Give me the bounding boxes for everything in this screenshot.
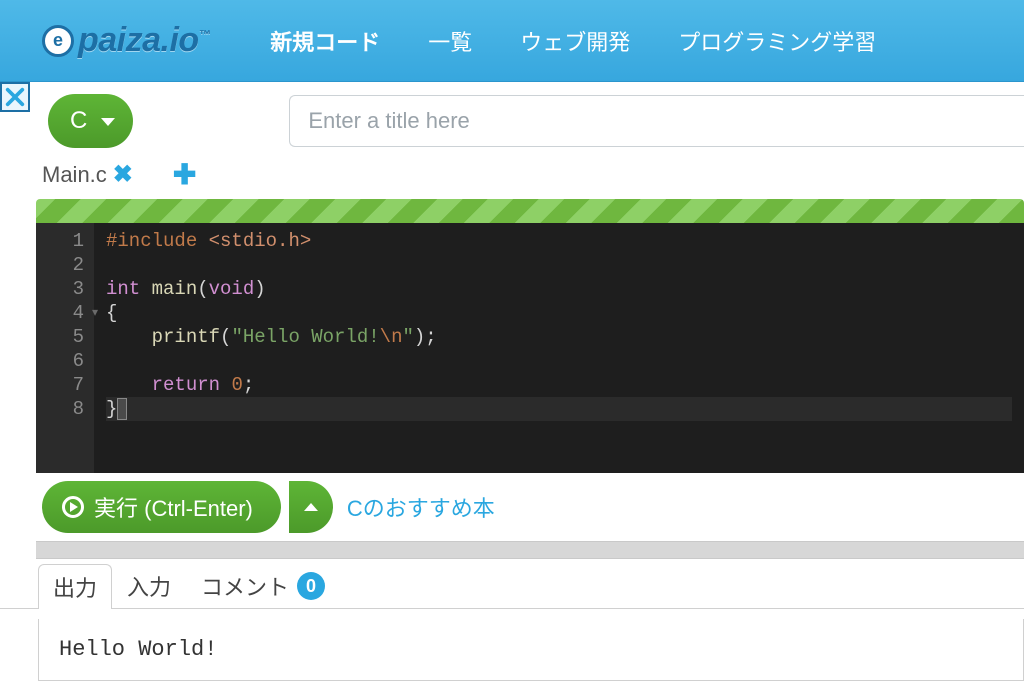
close-icon [4, 86, 26, 108]
tab-output-label: 出力 [53, 571, 97, 603]
output-panel: Hello World! [38, 619, 1024, 681]
add-file-button[interactable]: ✚ [173, 158, 196, 191]
editor-container: 12345678 #include <stdio.h>int main(void… [0, 199, 1024, 473]
logo-text: paiza.io™ [78, 21, 210, 60]
line-gutter: 12345678 [36, 223, 94, 473]
file-tab-label: Main.c [42, 162, 107, 188]
code-area[interactable]: #include <stdio.h>int main(void){ printf… [94, 223, 1024, 473]
close-panel-button[interactable] [0, 82, 30, 112]
nav-web-dev[interactable]: ウェブ開発 [520, 25, 630, 57]
nav-learning[interactable]: プログラミング学習 [678, 25, 876, 57]
tab-comment[interactable]: コメント 0 [186, 563, 340, 608]
file-tab-main[interactable]: Main.c ✖ [42, 160, 133, 189]
file-tabs: Main.c ✖ ✚ [0, 148, 1024, 199]
toolbar-row: C [0, 82, 1024, 148]
nav-new-code[interactable]: 新規コード [270, 25, 380, 57]
language-label: C [70, 107, 87, 135]
title-input[interactable] [289, 95, 1024, 147]
run-button-label: 実行 (Ctrl-Enter) [94, 491, 253, 523]
tab-input[interactable]: 入力 [112, 563, 186, 608]
tab-input-label: 入力 [127, 570, 171, 602]
file-close-icon[interactable]: ✖ [113, 160, 133, 189]
run-options-button[interactable] [289, 481, 333, 533]
output-text: Hello World! [59, 637, 217, 662]
language-selector[interactable]: C [48, 94, 133, 148]
logo[interactable]: e paiza.io™ [42, 21, 210, 60]
tab-comment-label: コメント [201, 570, 289, 602]
play-icon [62, 496, 84, 518]
header-bar: e paiza.io™ 新規コード 一覧 ウェブ開発 プログラミング学習 [0, 0, 1024, 82]
tab-output[interactable]: 出力 [38, 564, 112, 609]
code-editor[interactable]: 12345678 #include <stdio.h>int main(void… [36, 223, 1024, 473]
main-nav: 新規コード 一覧 ウェブ開発 プログラミング学習 [270, 25, 876, 57]
panel-divider[interactable] [36, 541, 1024, 559]
editor-stripe-decor [36, 199, 1024, 223]
chevron-up-icon [304, 503, 318, 511]
bottom-tabs: 出力 入力 コメント 0 [0, 559, 1024, 609]
recommend-books-link[interactable]: Cのおすすめ本 [347, 491, 495, 523]
comment-count-badge: 0 [297, 572, 325, 600]
chevron-down-icon [101, 118, 115, 126]
nav-list[interactable]: 一覧 [428, 25, 472, 57]
logo-mark-icon: e [42, 25, 74, 57]
run-button[interactable]: 実行 (Ctrl-Enter) [42, 481, 281, 533]
run-row: 実行 (Ctrl-Enter) Cのおすすめ本 [0, 473, 1024, 541]
